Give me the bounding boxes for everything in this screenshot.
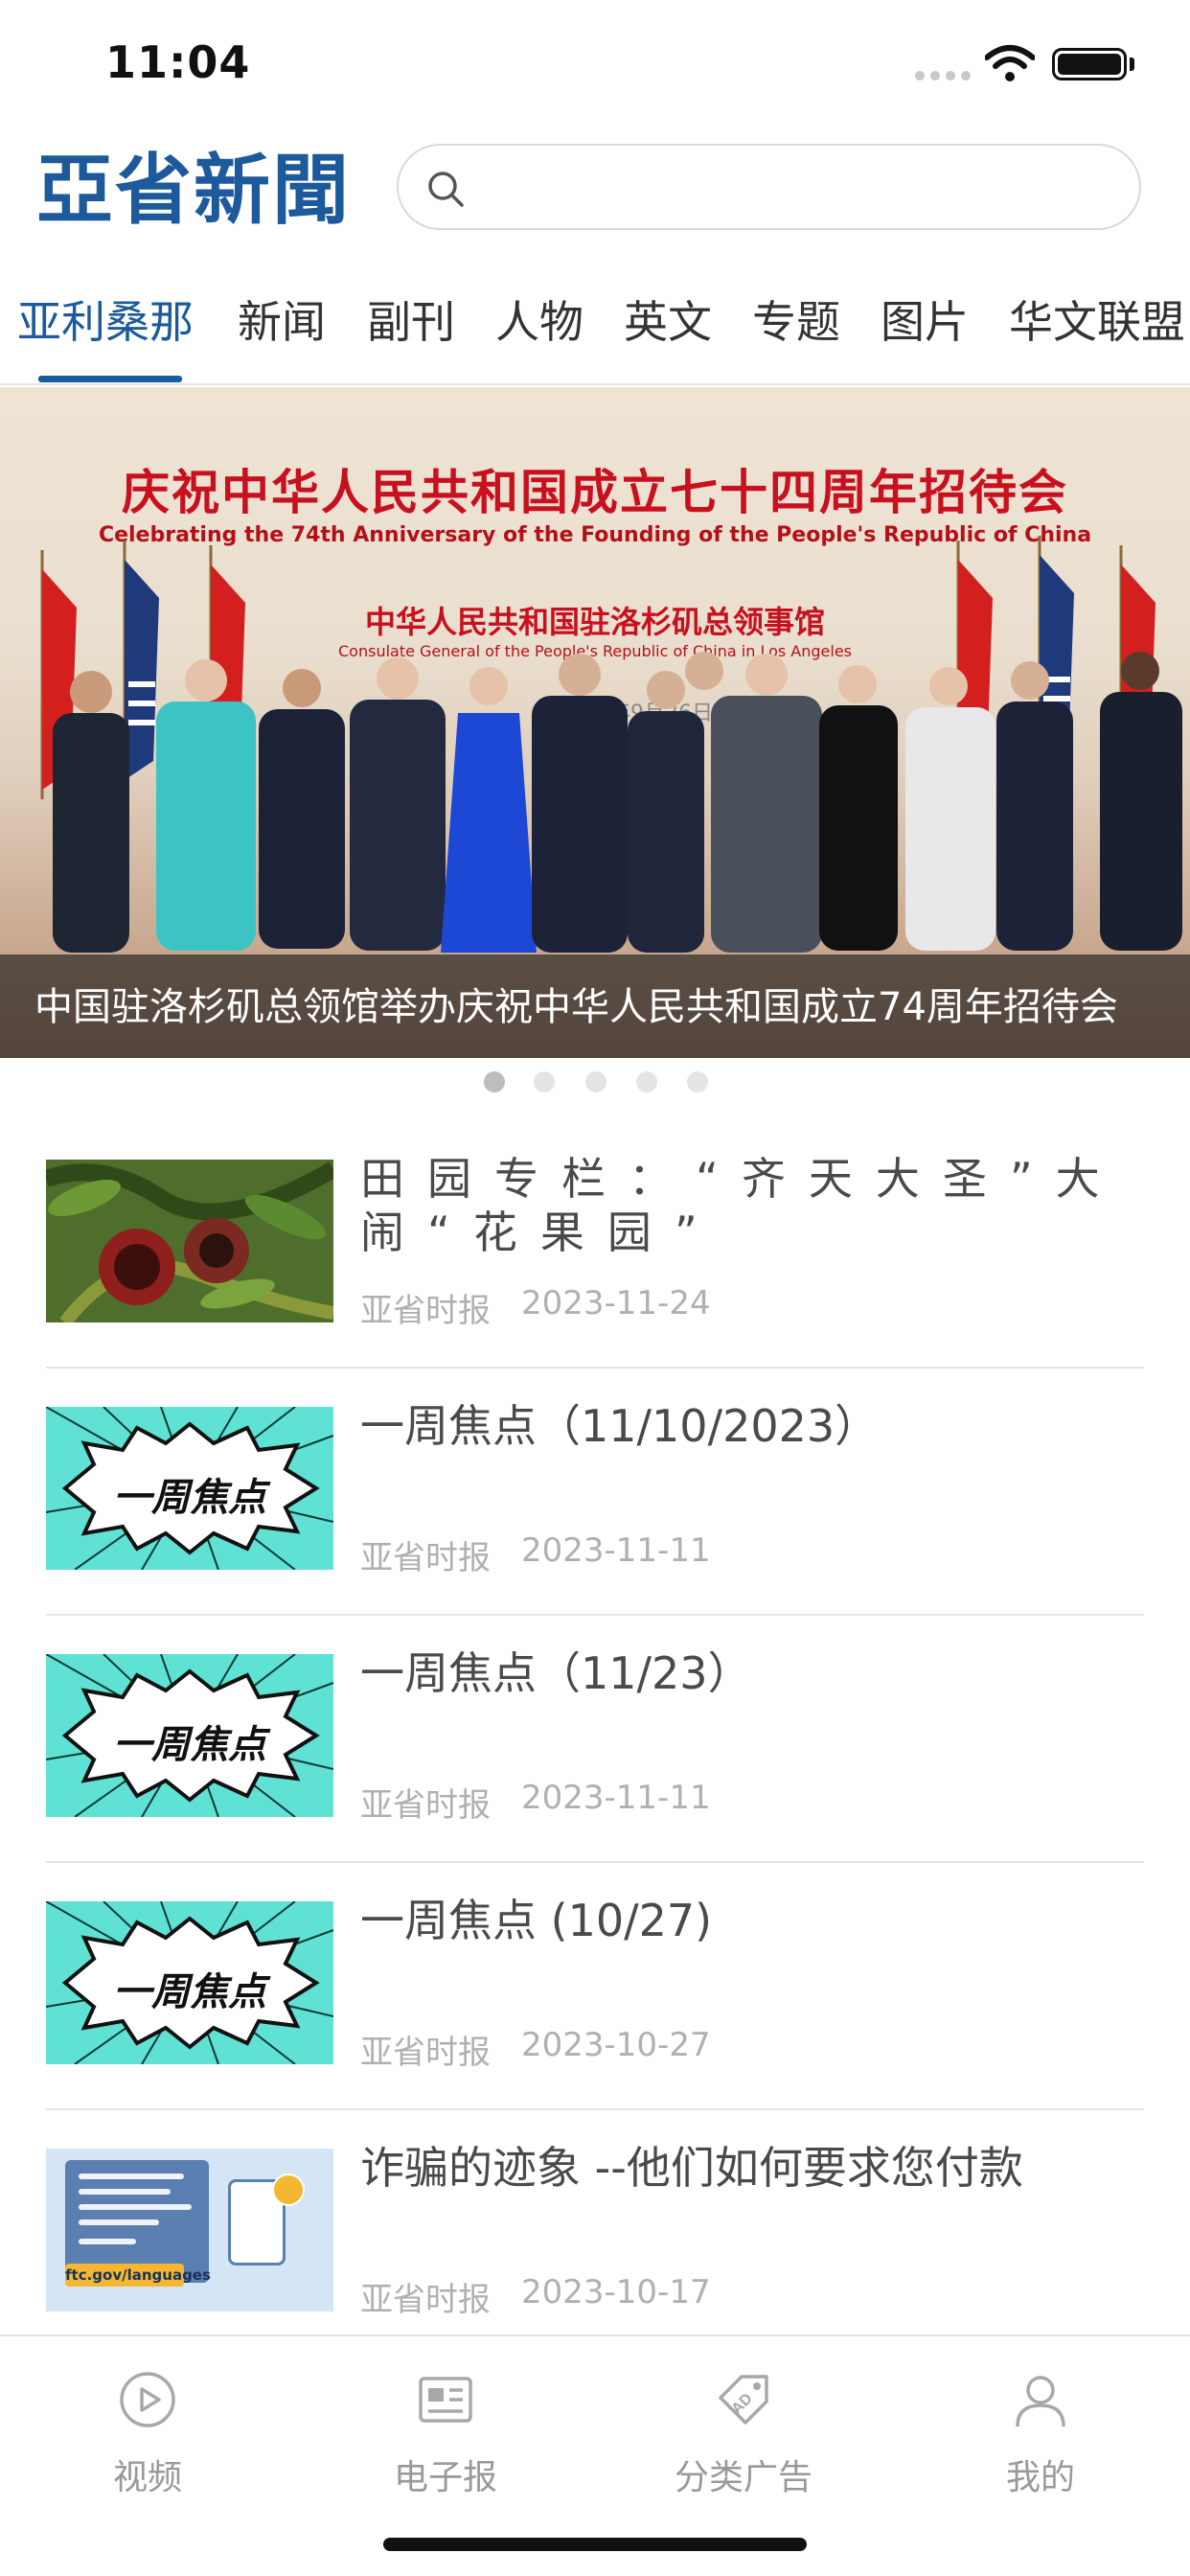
search-input[interactable] <box>485 157 1117 218</box>
news-title[interactable]: 田园专栏：“齐天大圣”大闹“花果园” <box>360 1152 1134 1259</box>
home-indicator[interactable] <box>383 2538 807 2551</box>
nav-profile[interactable]: 我的 <box>945 2354 1136 2497</box>
cellular-signal-icon <box>915 71 971 80</box>
news-thumbnail: 一周焦点 <box>46 1654 333 1817</box>
search-icon <box>428 172 464 207</box>
svg-text:AD: AD <box>729 2390 756 2417</box>
news-date: 2023-11-24 <box>521 1284 711 1322</box>
nav-classifieds-label: 分类广告 <box>674 2458 812 2497</box>
news-title[interactable]: 诈骗的迹象 --他们如何要求您付款 <box>360 2141 1134 2195</box>
news-item[interactable]: 一周焦点 一周焦点 (10/27) 亚省时报 2023-10-27 <box>46 1863 1144 2110</box>
nav-profile-label: 我的 <box>1005 2458 1075 2497</box>
user-icon <box>1016 2376 1065 2427</box>
news-date: 2023-10-17 <box>521 2273 711 2312</box>
ftc-link-label: ftc.gov/languages <box>65 2264 211 2287</box>
tab-news[interactable]: 新闻 <box>238 288 326 351</box>
weekly-focus-label: 一周焦点 <box>113 1476 266 1520</box>
status-bar: 11:04 <box>0 0 1190 125</box>
nav-classifieds[interactable]: AD 分类广告 <box>648 2354 839 2497</box>
tab-english[interactable]: 英文 <box>624 288 712 351</box>
app-logo[interactable]: 亞省新聞 <box>36 142 351 238</box>
banner-caption[interactable]: 中国驻洛杉矶总领馆举办庆祝中华人民共和国成立74周年招待会 <box>34 976 1156 1031</box>
news-date: 2023-11-11 <box>521 1531 711 1570</box>
carousel-dot[interactable] <box>534 1071 555 1092</box>
battery-icon <box>1052 48 1127 80</box>
news-source: 亚省时报 <box>360 1786 491 1825</box>
tab-chinese-alliance[interactable]: 华文联盟 <box>1009 288 1185 351</box>
carousel-dot[interactable] <box>636 1071 657 1092</box>
news-thumbnail: ftc.gov/languages <box>46 2149 333 2312</box>
newspaper-icon <box>419 2377 472 2423</box>
carousel-dot[interactable] <box>484 1071 505 1092</box>
nav-video[interactable]: 视频 <box>52 2354 243 2497</box>
news-date: 2023-11-11 <box>521 1779 711 1817</box>
search-bar[interactable] <box>397 144 1141 230</box>
carousel-pagination <box>0 1071 1190 1092</box>
news-title[interactable]: 一周焦点（11/10/2023） <box>360 1399 1134 1453</box>
category-tabs: 亚利桑那 新闻 副刊 人物 英文 专题 图片 华文联盟 <box>0 278 1190 385</box>
news-item[interactable]: 一周焦点 一周焦点（11/23） 亚省时报 2023-11-11 <box>46 1616 1144 1863</box>
active-tab-indicator <box>38 376 182 382</box>
dollar-coin-icon <box>272 2174 305 2206</box>
carousel-dot[interactable] <box>585 1071 606 1092</box>
nav-video-label: 视频 <box>112 2458 182 2497</box>
tab-people[interactable]: 人物 <box>495 288 584 351</box>
news-source: 亚省时报 <box>360 1539 491 1577</box>
battery-tip <box>1130 58 1134 71</box>
status-time: 11:04 <box>105 36 251 88</box>
news-item[interactable]: 田园专栏：“齐天大圣”大闹“花果园” 亚省时报 2023-11-24 <box>46 1121 1144 1368</box>
news-title[interactable]: 一周焦点 (10/27) <box>360 1894 1134 1947</box>
news-source: 亚省时报 <box>360 2034 491 2072</box>
nav-e-paper-label: 电子报 <box>393 2458 497 2497</box>
tab-pictures[interactable]: 图片 <box>881 288 969 351</box>
weekly-focus-label: 一周焦点 <box>113 1970 266 2014</box>
tab-arizona[interactable]: 亚利桑那 <box>17 288 194 351</box>
news-source: 亚省时报 <box>360 2281 491 2319</box>
news-title[interactable]: 一周焦点（11/23） <box>360 1646 1134 1700</box>
banner-carousel[interactable]: 庆祝中华人民共和国成立七十四周年招待会 Celebrating the 74th… <box>0 387 1190 1058</box>
news-item[interactable]: 一周焦点 一周焦点（11/10/2023） 亚省时报 2023-11-11 <box>46 1368 1144 1616</box>
tab-supplement[interactable]: 副刊 <box>367 288 455 351</box>
news-item[interactable]: ftc.gov/languages 诈骗的迹象 --他们如何要求您付款 亚省时报… <box>46 2110 1144 2358</box>
news-thumbnail <box>46 1160 333 1322</box>
ad-tag-icon: AD <box>719 2375 768 2425</box>
news-date: 2023-10-27 <box>521 2026 711 2064</box>
news-thumbnail: 一周焦点 <box>46 1407 333 1570</box>
nav-e-paper[interactable]: 电子报 <box>350 2354 541 2497</box>
pomegranate-photo <box>46 1160 333 1322</box>
news-thumbnail: 一周焦点 <box>46 1901 333 2064</box>
wifi-icon <box>985 45 1035 81</box>
news-source: 亚省时报 <box>360 1292 491 1330</box>
weekly-focus-label: 一周焦点 <box>113 1723 266 1767</box>
carousel-dot[interactable] <box>687 1071 708 1092</box>
tab-topics[interactable]: 专题 <box>752 288 840 351</box>
play-circle-icon <box>120 2372 175 2427</box>
